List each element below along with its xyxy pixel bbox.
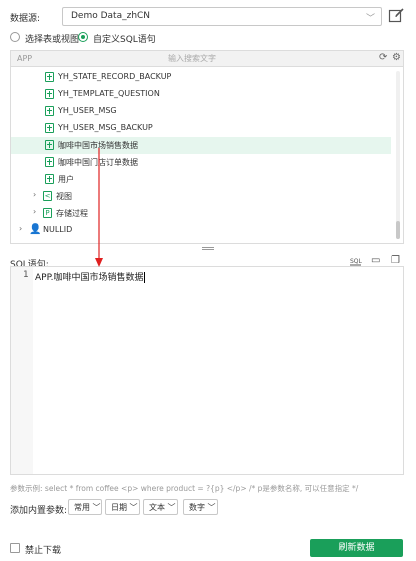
tree-item-label: 用户 [58, 175, 74, 184]
edit-icon[interactable] [388, 7, 405, 24]
text-cursor [144, 272, 146, 283]
chevron-right-icon[interactable]: › [33, 190, 36, 199]
sql-gutter: 1 [11, 267, 33, 474]
tree-item-selected[interactable]: 咖啡中国市场销售数据 [11, 137, 391, 154]
tree-item[interactable]: YH_TEMPLATE_QUESTION [11, 86, 391, 103]
tree-item[interactable]: 咖啡中国门店订单数据 [11, 154, 391, 171]
table-icon [45, 106, 54, 116]
radio-custom-sql-label: 自定义SQL语句 [93, 35, 156, 45]
tree-scrollbar[interactable] [396, 71, 400, 239]
datasource-label: 数据源: [10, 14, 41, 24]
table-icon [45, 174, 54, 184]
tree-item-label: 视图 [56, 192, 72, 201]
procedure-icon: P [43, 208, 52, 218]
dropdown-label: 数字 [189, 503, 205, 512]
dropdown-label: 文本 [149, 503, 165, 512]
svg-text:SQL: SQL [350, 258, 362, 265]
settings-icon[interactable]: ⚙ [392, 52, 401, 63]
tree-item[interactable]: YH_USER_MSG_BACKUP [11, 120, 391, 137]
sql-text-content: APP.咖啡中国市场销售数据 [35, 273, 144, 283]
chevron-right-icon[interactable]: › [33, 207, 36, 216]
tree-item[interactable]: YH_USER_MSG [11, 103, 391, 120]
tree-scrollbar-thumb[interactable] [396, 221, 400, 239]
disable-download-checkbox[interactable] [10, 543, 20, 553]
chevron-right-icon[interactable]: › [19, 224, 22, 233]
radio-table-or-view-label: 选择表或视图 [25, 35, 80, 45]
panel-splitter-handle[interactable] [202, 247, 214, 250]
copy-icon[interactable]: ❐ [391, 255, 400, 266]
refresh-icon[interactable]: ⟳ [379, 52, 387, 63]
comment-icon[interactable]: ▭ [371, 255, 380, 266]
builtin-number-dropdown[interactable]: 数字 ﹀ [183, 499, 218, 515]
table-icon [45, 89, 54, 99]
chevron-down-icon: ﹀ [129, 503, 138, 512]
tree-item-label: NULLID [43, 225, 73, 234]
chevron-down-icon: ﹀ [167, 503, 176, 512]
builtin-params-label: 添加内置参数: [10, 506, 68, 516]
builtin-date-dropdown[interactable]: 日期 ﹀ [105, 499, 140, 515]
tree-item-folder[interactable]: › < 视图 [11, 188, 391, 205]
chevron-down-icon: ﹀ [365, 14, 375, 24]
tree-item-label: YH_STATE_RECORD_BACKUP [58, 72, 172, 81]
chevron-down-icon: ﹀ [207, 503, 216, 512]
tree-item-label: YH_USER_MSG [58, 106, 117, 115]
tree-item-schema[interactable]: › 👤 NULLID [11, 222, 391, 239]
tree-search-input[interactable]: 输入搜索文字 [168, 53, 216, 64]
param-example-text: 参数示例: select * from coffee <p> where pro… [10, 484, 359, 493]
tree-header-app: APP [17, 54, 33, 63]
tree-item-label: 存储过程 [56, 209, 88, 218]
table-tree-panel: APP 输入搜索文字 ⟳ ⚙ YH_STATE_RECORD_BACKUP YH… [10, 50, 404, 244]
table-icon [45, 123, 54, 133]
builtin-common-dropdown[interactable]: 常用 ﹀ [68, 499, 102, 515]
builtin-text-dropdown[interactable]: 文本 ﹀ [143, 499, 178, 515]
datasource-select[interactable]: Demo Data_zhCN ﹀ [62, 7, 382, 26]
user-icon: 👤 [29, 224, 42, 235]
tree-item-label: YH_TEMPLATE_QUESTION [58, 89, 160, 98]
tree-item-folder[interactable]: › P 存储过程 [11, 205, 391, 222]
format-sql-icon[interactable]: SQL [350, 256, 363, 266]
table-icon [45, 72, 54, 82]
table-icon [45, 157, 54, 167]
tree-item-label: YH_USER_MSG_BACKUP [58, 123, 153, 132]
disable-download-label: 禁止下载 [25, 546, 62, 556]
tree-header: APP 输入搜索文字 ⟳ ⚙ [11, 51, 403, 67]
datasource-value: Demo Data_zhCN [71, 11, 151, 21]
radio-custom-sql[interactable] [78, 32, 88, 42]
refresh-data-button[interactable]: 刷新数据 [310, 539, 403, 557]
sql-text[interactable]: APP.咖啡中国市场销售数据 [35, 270, 146, 283]
tree-item[interactable]: 用户 [11, 171, 391, 188]
radio-table-or-view[interactable] [10, 32, 20, 42]
tree-item[interactable]: YH_STATE_RECORD_BACKUP [11, 69, 391, 86]
tree-item-label: 咖啡中国门店订单数据 [58, 158, 138, 167]
line-number: 1 [23, 270, 29, 280]
dropdown-label: 常用 [74, 503, 90, 512]
tree-item-label: 咖啡中国市场销售数据 [58, 141, 138, 150]
sql-editor[interactable]: 1 APP.咖啡中国市场销售数据 [10, 266, 404, 475]
view-icon: < [43, 191, 52, 201]
table-icon [45, 140, 54, 150]
dropdown-label: 日期 [111, 503, 127, 512]
chevron-down-icon: ﹀ [92, 503, 101, 512]
